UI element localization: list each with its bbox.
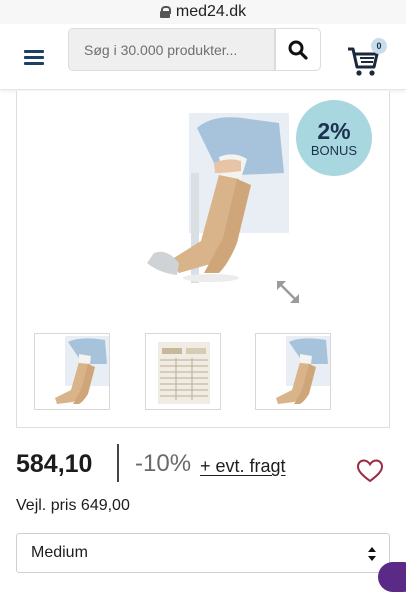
url-text: med24.dk [175,3,247,20]
expand-icon [277,281,299,303]
shipping-link[interactable]: + evt. fragt [200,456,286,477]
recommended-price: Vejl. pris 649,00 [16,497,130,514]
size-select-value: Medium [31,544,88,561]
product-main-image[interactable] [119,113,289,313]
select-arrows-icon [368,547,376,561]
search-button[interactable] [275,28,321,71]
bonus-label: BONUS [310,142,358,158]
thumbnail-1[interactable] [34,333,110,410]
product-gallery: 2% BONUS [16,91,390,428]
hamburger-menu-button[interactable] [24,50,44,66]
bonus-percent: 2% [317,117,351,144]
browser-url-bar[interactable]: med24.dk [0,0,406,24]
chat-button[interactable] [378,562,406,592]
price-row: 584,10 -10% + evt. fragt [16,444,390,488]
search-input[interactable]: Søg i 30.000 produkter... [68,28,275,71]
cart-button[interactable]: 0 [346,38,390,78]
product-price: 584,10 [16,450,93,478]
price-divider [117,444,119,482]
thumbnail-3[interactable] [255,333,331,410]
bonus-badge: 2% BONUS [296,100,372,176]
size-select[interactable]: Medium [16,533,390,573]
search-icon [288,40,308,60]
thumbnail-2-size-chart[interactable] [145,333,221,410]
site-header: Søg i 30.000 produkter... 0 [0,24,406,90]
cart-count-badge: 0 [371,38,387,54]
heart-icon [356,459,384,483]
expand-image-button[interactable] [273,277,303,307]
favorite-button[interactable] [356,458,384,484]
search-placeholder: Søg i 30.000 produkter... [84,41,238,58]
lock-icon [159,6,171,18]
discount-percent: -10% [135,450,192,477]
